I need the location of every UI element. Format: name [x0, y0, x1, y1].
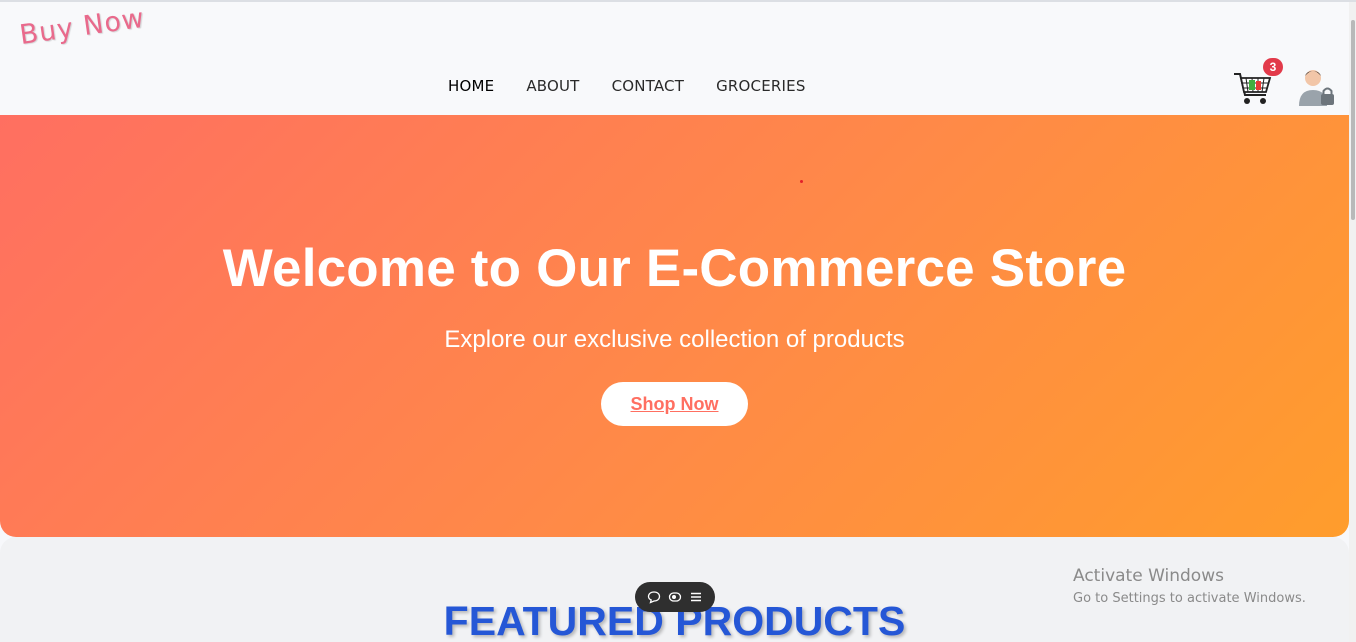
activate-windows-watermark: Activate Windows Go to Settings to activ… [1073, 566, 1306, 606]
floating-toolbar [635, 582, 715, 612]
nav-item-contact[interactable]: CONTACT [612, 77, 685, 95]
watermark-title: Activate Windows [1073, 566, 1224, 586]
user-account-icon[interactable] [1297, 66, 1337, 108]
nav-item-about[interactable]: ABOUT [526, 77, 579, 95]
menu-icon[interactable] [688, 589, 704, 605]
hero-title: Welcome to Our E-Commerce Store [222, 239, 1127, 298]
nav-item-home[interactable]: HOME [448, 77, 494, 95]
comment-icon[interactable] [646, 589, 662, 605]
view-toggle-icon[interactable] [667, 589, 683, 605]
hero-subtitle: Explore our exclusive collection of prod… [444, 326, 905, 353]
watermark-subtitle: Go to Settings to activate Windows. [1073, 591, 1306, 606]
main-nav: HOME ABOUT CONTACT GROCERIES [448, 77, 838, 95]
brand-logo[interactable]: Buy Now [18, 3, 147, 51]
nav-item-groceries[interactable]: GROCERIES [716, 77, 805, 95]
site-header: Buy Now [0, 2, 1349, 115]
cart-count-badge: 3 [1263, 58, 1283, 76]
hero-decoration-dot [800, 180, 803, 183]
scrollbar-thumb[interactable] [1351, 20, 1355, 220]
shop-now-button[interactable]: Shop Now [601, 382, 748, 426]
